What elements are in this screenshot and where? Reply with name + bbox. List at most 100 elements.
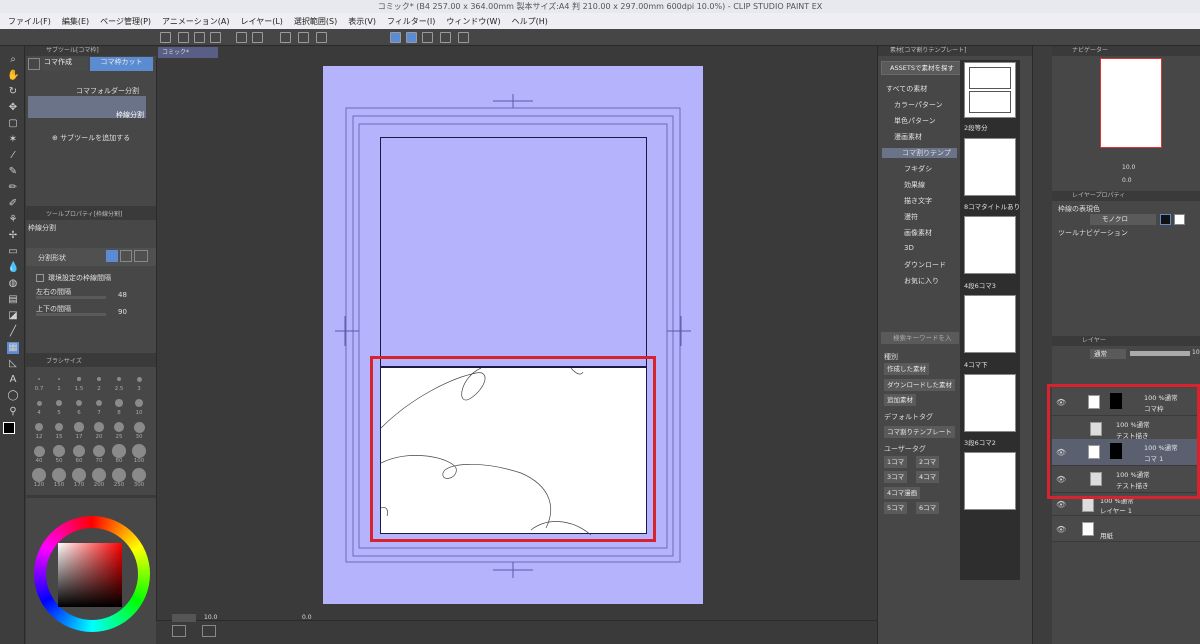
material-tree-item[interactable]: お気に入り — [904, 276, 939, 286]
subtool-folder-split[interactable]: コマフォルダー分割 — [76, 86, 139, 96]
brush-size-cell[interactable]: 70 — [90, 443, 108, 465]
undo-icon[interactable] — [236, 32, 247, 43]
material-tree-item[interactable]: 漫符 — [904, 212, 918, 222]
brush-size-cell[interactable]: 12 — [30, 419, 48, 441]
brush-size-cell[interactable]: 60 — [70, 443, 88, 465]
snap-special-ruler-icon[interactable] — [406, 32, 417, 43]
text-icon[interactable]: A — [7, 374, 19, 386]
thumb-3dan6koma[interactable] — [964, 374, 1016, 432]
material-tree-item[interactable]: ダウンロード — [904, 260, 946, 270]
material-tree-item[interactable]: フキダシ — [904, 164, 932, 174]
tb-value[interactable]: 90 — [118, 308, 127, 316]
thumb-4koma[interactable] — [964, 295, 1016, 353]
brush-size-cell[interactable]: 1.5 — [70, 371, 88, 393]
brush-size-cell[interactable]: 25 — [110, 419, 128, 441]
brush-icon[interactable]: ✐ — [7, 198, 19, 210]
brush-size-cell[interactable]: 17 — [70, 419, 88, 441]
menu-filter[interactable]: フィルター(I) — [387, 16, 435, 27]
brush-size-cell[interactable]: 3 — [130, 371, 148, 393]
menu-help[interactable]: ヘルプ(H) — [512, 16, 548, 27]
navigator-zoom[interactable]: 10.0 — [1122, 164, 1135, 171]
line-icon[interactable]: ╱ — [7, 326, 19, 338]
page-nav-icon[interactable] — [202, 625, 216, 637]
brush-size-cell[interactable]: 300 — [130, 467, 148, 489]
snap-edit-icon[interactable] — [440, 32, 451, 43]
straight-shape-icon[interactable] — [106, 250, 118, 262]
navigator-angle[interactable]: 0.0 — [1122, 177, 1132, 184]
brush-size-cell[interactable]: 50 — [50, 443, 68, 465]
zoom-icon[interactable]: ⌕ — [7, 54, 19, 66]
save-icon[interactable] — [210, 32, 221, 43]
snap-ruler-icon[interactable] — [390, 32, 401, 43]
menu-edit[interactable]: 編集(E) — [62, 16, 89, 27]
material-tree-item[interactable]: 描き文字 — [904, 196, 932, 206]
material-tree-item[interactable]: カラーパターン — [894, 100, 943, 110]
brush-size-cell[interactable]: 20 — [90, 419, 108, 441]
refresh-icon[interactable] — [458, 32, 469, 43]
brush-size-cell[interactable]: 100 — [130, 443, 148, 465]
tag-4koma-manga[interactable]: 4コマ漫画 — [884, 487, 921, 499]
move-icon[interactable]: ✥ — [7, 102, 19, 114]
opacity-value[interactable]: 100 — [1192, 349, 1200, 356]
visibility-icon[interactable]: 👁 — [1056, 500, 1066, 509]
thumb-8koma[interactable] — [964, 138, 1016, 196]
ruler-icon[interactable]: ◺ — [7, 358, 19, 370]
rotate-icon[interactable]: ↻ — [7, 86, 19, 98]
menu-file[interactable]: ファイル(F) — [8, 16, 51, 27]
panel-frame-upper[interactable] — [380, 137, 647, 367]
brush-size-cell[interactable]: 0.7 — [30, 371, 48, 393]
brush-size-cell[interactable]: 30 — [130, 419, 148, 441]
pen-icon[interactable]: ✎ — [7, 166, 19, 178]
tag-6koma[interactable]: 6コマ — [916, 502, 940, 514]
fill-icon[interactable]: ◍ — [7, 278, 19, 290]
tag-added[interactable]: 追加素材 — [884, 394, 916, 406]
redo-icon[interactable] — [252, 32, 263, 43]
brush-size-cell[interactable]: 7 — [90, 395, 108, 417]
curve-shape-icon[interactable] — [134, 250, 148, 262]
tab-frame-create[interactable]: コマ作成 — [42, 57, 88, 71]
tag-created[interactable]: 作成した素材 — [884, 363, 929, 375]
brush-size-cell[interactable]: 6 — [70, 395, 88, 417]
brush-size-cell[interactable]: 250 — [110, 467, 128, 489]
frame-border-icon[interactable]: ▦ — [7, 342, 19, 354]
airbrush-icon[interactable]: ⚘ — [7, 214, 19, 226]
subtool-border-split[interactable]: 枠線分割 — [116, 110, 144, 120]
saturation-square[interactable] — [58, 543, 122, 607]
brush-size-cell[interactable]: 170 — [70, 467, 88, 489]
material-tree-item[interactable]: 漫画素材 — [894, 132, 922, 142]
layer-row-paper[interactable]: 👁 用紙 — [1052, 516, 1200, 542]
brush-size-cell[interactable]: 5 — [50, 395, 68, 417]
material-tree-item[interactable]: 画像素材 — [904, 228, 932, 238]
navigator-preview[interactable] — [1100, 58, 1162, 148]
decoration-icon[interactable]: ✢ — [7, 230, 19, 242]
brush-size-cell[interactable]: 8 — [110, 395, 128, 417]
select-rect-icon[interactable]: ▢ — [7, 118, 19, 130]
hand-icon[interactable]: ✋ — [7, 70, 19, 82]
brush-size-cell[interactable]: 10 — [130, 395, 148, 417]
brush-size-cell[interactable]: 4 — [30, 395, 48, 417]
blend-icon[interactable]: 💧 — [7, 262, 19, 274]
gradient-icon[interactable]: ▤ — [7, 294, 19, 306]
new-icon[interactable] — [178, 32, 189, 43]
material-tree-item[interactable]: 3D — [904, 244, 914, 252]
canvas-angle[interactable]: 0.0 — [302, 614, 312, 621]
zoom-slider-handle[interactable] — [172, 614, 196, 622]
tag-4koma[interactable]: 4コマ — [916, 471, 940, 483]
brush-size-cell[interactable]: 15 — [50, 419, 68, 441]
crop-icon[interactable] — [316, 32, 327, 43]
lr-value[interactable]: 48 — [118, 291, 127, 299]
polyline-shape-icon[interactable] — [120, 250, 132, 262]
balloon-icon[interactable]: ◯ — [7, 390, 19, 402]
menu-selection[interactable]: 選択範囲(S) — [294, 16, 337, 27]
eraser-icon[interactable]: ▭ — [7, 246, 19, 258]
brush-size-cell[interactable]: 80 — [110, 443, 128, 465]
opacity-slider[interactable] — [1130, 351, 1190, 356]
material-tree-item[interactable]: 単色パターン — [894, 116, 936, 126]
brush-size-cell[interactable]: 2.5 — [110, 371, 128, 393]
figure-icon[interactable]: ◪ — [7, 310, 19, 322]
tag-2koma[interactable]: 2コマ — [916, 456, 940, 468]
menu-window[interactable]: ウィンドウ(W) — [446, 16, 500, 27]
black-swatch[interactable] — [1160, 214, 1171, 225]
transform-icon[interactable] — [298, 32, 309, 43]
material-search-input[interactable]: 検索キーワードを入 — [881, 332, 959, 344]
